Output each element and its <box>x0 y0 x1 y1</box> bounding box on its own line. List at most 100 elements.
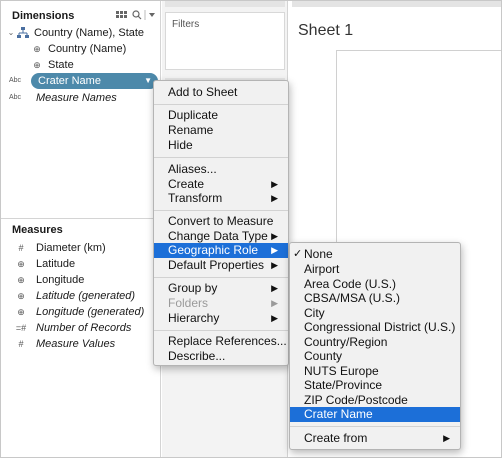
menu-item-replace-references[interactable]: Replace References... <box>154 334 288 349</box>
menu-separator <box>154 210 288 211</box>
submenu-arrow-icon: ▶ <box>271 231 278 241</box>
menu-item-change-data-type[interactable]: Change Data Type ▶ <box>154 229 288 244</box>
geo-item-congressional-district[interactable]: Congressional District (U.S.) <box>290 320 460 335</box>
measure-item[interactable]: ⊕ Latitude (generated) <box>14 288 160 304</box>
dimensions-header: Dimensions <box>12 10 75 22</box>
measure-item[interactable]: # Diameter (km) <box>14 240 160 256</box>
submenu-arrow-icon: ▶ <box>443 433 450 443</box>
abc-icon: Abc <box>8 77 22 84</box>
menu-item-folders: Folders ▶ <box>154 296 288 311</box>
submenu-arrow-icon: ▶ <box>271 179 278 189</box>
measure-label: Number of Records <box>36 322 132 334</box>
dimension-label: Measure Names <box>36 92 117 104</box>
menu-item-label: Folders <box>168 296 209 310</box>
menu-item-label: Default Properties <box>168 258 265 272</box>
measure-label: Measure Values <box>36 338 116 350</box>
pages-shelf-strip <box>165 1 285 7</box>
globe-icon: ⊕ <box>33 44 41 54</box>
menu-item-describe[interactable]: Describe... <box>154 349 288 364</box>
dimensions-header-icons <box>116 9 156 21</box>
measure-item[interactable]: ⊕ Latitude <box>14 256 160 272</box>
menu-separator <box>290 426 460 427</box>
measure-item[interactable]: ⊕ Longitude <box>14 272 160 288</box>
menu-item-label: Geographic Role <box>168 243 259 257</box>
hierarchy-icon <box>16 25 30 44</box>
measures-header: Measures <box>12 224 63 236</box>
geo-item-state-province[interactable]: State/Province <box>290 378 460 393</box>
geo-item-airport[interactable]: Airport <box>290 262 460 277</box>
geo-item-cbsa-msa[interactable]: CBSA/MSA (U.S.) <box>290 291 460 306</box>
menu-item-add-to-sheet[interactable]: Add to Sheet <box>154 85 288 100</box>
filters-label: Filters <box>172 19 200 30</box>
menu-item-geographic-role[interactable]: Geographic Role ▶ <box>154 243 288 258</box>
grid-view-icon[interactable] <box>116 9 156 21</box>
pill-dropdown-icon[interactable]: ▼ <box>144 73 152 89</box>
menu-item-duplicate[interactable]: Duplicate <box>154 108 288 123</box>
hash-icon: # <box>18 339 24 349</box>
geographic-role-submenu: ✓ None Airport Area Code (U.S.) CBSA/MSA … <box>289 242 461 450</box>
field-context-menu: Add to Sheet Duplicate Rename Hide Alias… <box>153 80 289 366</box>
menu-item-group-by[interactable]: Group by ▶ <box>154 281 288 296</box>
menu-item-label: Change Data Type <box>168 229 268 243</box>
geo-item-zip-code[interactable]: ZIP Code/Postcode <box>290 393 460 408</box>
submenu-arrow-icon: ▶ <box>271 298 278 308</box>
menu-item-label: Create from <box>304 431 368 445</box>
geo-item-area-code[interactable]: Area Code (U.S.) <box>290 277 460 292</box>
submenu-arrow-icon: ▶ <box>271 260 278 270</box>
canvas-axis-line <box>336 50 501 51</box>
geo-item-country-region[interactable]: Country/Region <box>290 335 460 350</box>
menu-item-rename[interactable]: Rename <box>154 123 288 138</box>
menu-item-transform[interactable]: Transform ▶ <box>154 191 288 206</box>
measure-item[interactable]: # Measure Values <box>14 336 160 352</box>
dimension-item-crater-name-selected[interactable]: Crater Name ▼ <box>31 73 158 89</box>
measure-label: Diameter (km) <box>36 242 106 254</box>
menu-item-label: Create <box>168 177 205 191</box>
dimension-item-hierarchy[interactable]: ⌄ Country (Name), State <box>4 25 160 41</box>
menu-item-label: None <box>304 247 333 261</box>
sheet-title: Sheet 1 <box>298 22 354 39</box>
submenu-arrow-icon: ▶ <box>271 193 278 203</box>
geo-item-city[interactable]: City <box>290 306 460 321</box>
globe-icon: ⊕ <box>17 307 25 317</box>
geo-item-nuts-europe[interactable]: NUTS Europe <box>290 364 460 379</box>
geo-item-none[interactable]: ✓ None <box>290 247 460 262</box>
menu-separator <box>154 330 288 331</box>
globe-icon: ⊕ <box>17 291 25 301</box>
menu-item-convert-to-measure[interactable]: Convert to Measure <box>154 214 288 229</box>
measure-label: Longitude (generated) <box>36 306 145 318</box>
menu-item-label: Hierarchy <box>168 311 220 325</box>
menu-item-aliases[interactable]: Aliases... <box>154 162 288 177</box>
menu-separator <box>154 277 288 278</box>
menu-item-hide[interactable]: Hide <box>154 138 288 153</box>
globe-icon: ⊕ <box>17 275 25 285</box>
menu-item-create[interactable]: Create ▶ <box>154 177 288 192</box>
geo-item-create-from[interactable]: Create from ▶ <box>290 431 460 446</box>
menu-item-default-properties[interactable]: Default Properties ▶ <box>154 258 288 273</box>
dimension-item-state[interactable]: ⊕ State <box>30 57 160 73</box>
menu-item-hierarchy[interactable]: Hierarchy ▶ <box>154 311 288 326</box>
columns-shelf-strip <box>292 1 501 7</box>
checkmark-icon: ✓ <box>293 248 303 260</box>
geo-item-county[interactable]: County <box>290 349 460 364</box>
submenu-arrow-icon: ▶ <box>271 245 278 255</box>
hash-equals-icon: =# <box>15 323 27 333</box>
measure-item[interactable]: =# Number of Records <box>14 320 160 336</box>
submenu-arrow-icon: ▶ <box>271 283 278 293</box>
submenu-arrow-icon: ▶ <box>271 313 278 323</box>
dimension-label: Country (Name) <box>48 43 127 55</box>
pane-divider[interactable] <box>1 218 161 219</box>
measure-item[interactable]: ⊕ Longitude (generated) <box>14 304 160 320</box>
dimension-item-country[interactable]: ⊕ Country (Name) <box>30 41 160 57</box>
abc-type-badge: Abc <box>4 73 32 89</box>
menu-item-label: Transform <box>168 191 223 205</box>
dimension-item-measure-names[interactable]: Abc Measure Names <box>4 90 160 106</box>
geo-item-crater-name[interactable]: Crater Name <box>290 407 460 422</box>
dimension-label: Crater Name <box>38 75 101 87</box>
hash-icon: # <box>18 243 24 253</box>
globe-icon: ⊕ <box>17 259 25 269</box>
measure-label: Latitude <box>36 258 76 270</box>
globe-icon: ⊕ <box>33 60 41 70</box>
dimension-label: State <box>48 59 74 71</box>
dropdown-icon <box>149 13 155 17</box>
menu-separator <box>154 157 288 158</box>
